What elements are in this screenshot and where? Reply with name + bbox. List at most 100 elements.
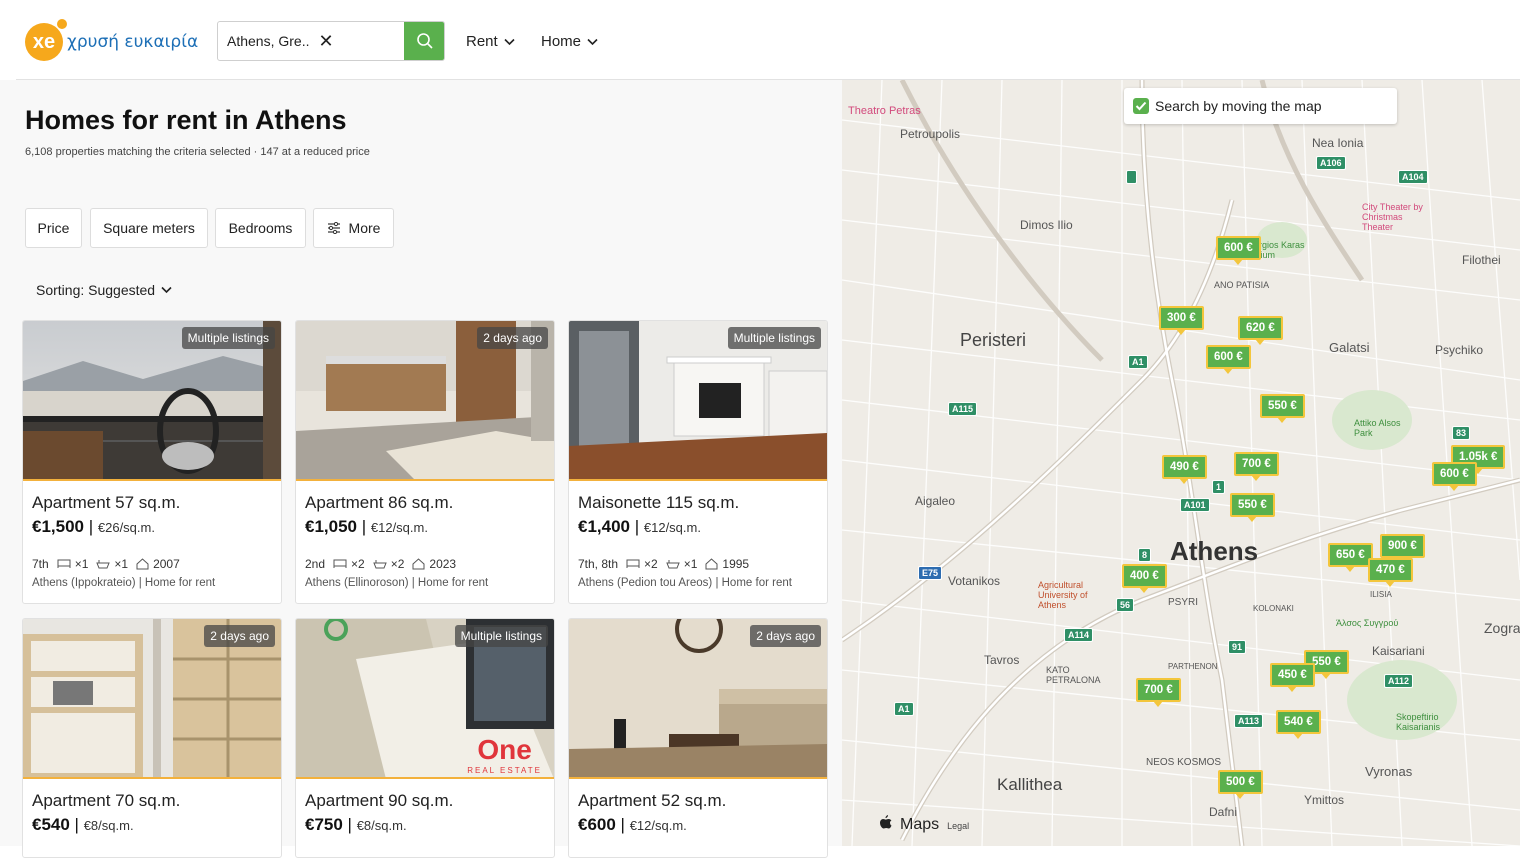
price-value: €600 bbox=[578, 815, 616, 834]
listing-title[interactable]: Apartment 52 sq.m. bbox=[578, 791, 726, 811]
map-label-poi: Skopeftirio Kaisarianis bbox=[1396, 712, 1441, 732]
listing-photo[interactable]: 2 days ago bbox=[23, 619, 281, 779]
location-search[interactable]: Athens, Gre... ✕ bbox=[217, 21, 445, 61]
floor-value: 7th, 8th bbox=[578, 557, 619, 571]
map-label-area: ILISIA bbox=[1370, 590, 1392, 599]
price-pin[interactable]: 490 € bbox=[1162, 455, 1207, 484]
bed-icon bbox=[333, 559, 347, 568]
road-shield: 8 bbox=[1138, 548, 1152, 562]
listing-card[interactable]: 2 days ago Apartment 70 sq.m. €540 | €8/… bbox=[22, 618, 282, 858]
road-shield: 83 bbox=[1452, 426, 1471, 440]
road-shield: A106 bbox=[1316, 156, 1346, 170]
listing-title[interactable]: Apartment 86 sq.m. bbox=[305, 493, 453, 513]
floor-value: 2nd bbox=[305, 557, 326, 571]
search-icon bbox=[416, 33, 433, 49]
price-pin[interactable]: 700 € bbox=[1136, 678, 1181, 707]
sorting-dropdown[interactable]: Sorting: Suggested bbox=[36, 282, 172, 298]
filter-more[interactable]: More bbox=[313, 208, 394, 248]
nav-rent[interactable]: Rent bbox=[466, 33, 515, 50]
price-per-sqm: €8/sq.m. bbox=[356, 818, 407, 833]
map-label-area: Galatsi bbox=[1329, 340, 1370, 355]
listing-badge: Multiple listings bbox=[454, 625, 548, 647]
site-header: xe χρυσή ευκαιρία Athens, Gre... ✕ Rent … bbox=[0, 0, 1520, 80]
listing-card[interactable]: 2 days ago Apartment 86 sq.m. €1,050 | €… bbox=[295, 320, 555, 604]
year-built: 1995 bbox=[722, 557, 750, 571]
listing-title[interactable]: Apartment 57 sq.m. bbox=[32, 493, 180, 513]
listing-title[interactable]: Apartment 70 sq.m. bbox=[32, 791, 180, 811]
price-pin[interactable]: 620 € bbox=[1238, 316, 1283, 345]
listing-specs: 7th, 8th ×2 ×1 1995 bbox=[578, 557, 749, 571]
map-label-poi: PARTHENON bbox=[1168, 662, 1218, 671]
map-label-area: ANO PATISIA bbox=[1214, 280, 1270, 290]
logo[interactable]: xe χρυσή ευκαιρία bbox=[25, 19, 199, 64]
bedrooms-count: ×1 bbox=[74, 557, 89, 571]
price-pin[interactable]: 900 € bbox=[1380, 534, 1425, 563]
listing-photo[interactable]: 2 days ago bbox=[296, 321, 554, 481]
floor-value: 7th bbox=[32, 557, 49, 571]
listing-title[interactable]: Apartment 90 sq.m. bbox=[305, 791, 453, 811]
map-label-poi: City Theater by Christmas Theater bbox=[1362, 202, 1423, 232]
house-icon bbox=[412, 558, 425, 570]
road-shield: A113 bbox=[1234, 714, 1264, 728]
road-shield: A115 bbox=[948, 402, 978, 416]
price-pin[interactable]: 550 € bbox=[1260, 394, 1305, 423]
listing-card[interactable]: Multiple listings Apartment 57 sq.m. €1,… bbox=[22, 320, 282, 604]
nav-home[interactable]: Home bbox=[541, 33, 598, 50]
map-label-area: KOLONAKI bbox=[1253, 604, 1294, 613]
price-value: €750 bbox=[305, 815, 343, 834]
map-label-area: Aigaleo bbox=[915, 494, 956, 508]
price-pin[interactable]: 700 € bbox=[1234, 452, 1279, 481]
map-label-area: Kaisariani bbox=[1372, 644, 1425, 658]
legal-link[interactable]: Legal bbox=[947, 821, 969, 831]
map-label-area: Zografo bbox=[1484, 620, 1520, 636]
map-label-area: NEOS KOSMOS bbox=[1146, 757, 1222, 768]
listing-location: Athens (Pedion tou Areos) | Home for ren… bbox=[578, 577, 792, 589]
listing-card[interactable]: Multiple listings Maisonette 115 sq.m. €… bbox=[568, 320, 828, 604]
map-label-poi: Attiko Alsos Park bbox=[1354, 418, 1401, 438]
map-label-area: Tavros bbox=[984, 653, 1020, 667]
price-per-sqm: €26/sq.m. bbox=[97, 520, 155, 535]
map-label-area: Dafni bbox=[1209, 805, 1238, 819]
price-pin[interactable]: 600 € bbox=[1216, 236, 1261, 265]
search-button[interactable] bbox=[404, 22, 444, 60]
bathrooms-count: ×1 bbox=[683, 557, 698, 571]
bedrooms-count: ×2 bbox=[351, 557, 365, 571]
price-pin[interactable]: 540 € bbox=[1276, 710, 1321, 739]
results-map[interactable]: Theatro Petras Petroupolis Nea Ionia Dim… bbox=[842, 80, 1520, 846]
listing-price: €750 | €8/sq.m. bbox=[305, 815, 407, 834]
road-shield: A101 bbox=[1180, 498, 1210, 512]
filter-square-meters[interactable]: Square meters bbox=[90, 208, 208, 248]
listing-photo[interactable]: 2 days ago bbox=[569, 619, 827, 779]
listing-photo[interactable]: Multiple listings One REAL ESTATE bbox=[296, 619, 554, 779]
listing-card[interactable]: 2 days ago Apartment 52 sq.m. €600 | €12… bbox=[568, 618, 828, 858]
results-count: 6,108 properties matching the criteria s… bbox=[25, 146, 370, 158]
search-by-moving-map-toggle[interactable]: Search by moving the map bbox=[1124, 88, 1397, 124]
listing-badge: 2 days ago bbox=[477, 327, 548, 349]
listing-photo[interactable]: Multiple listings bbox=[23, 321, 281, 481]
price-pin[interactable]: 450 € bbox=[1270, 663, 1315, 692]
filter-bedrooms[interactable]: Bedrooms bbox=[215, 208, 306, 248]
close-icon[interactable]: ✕ bbox=[316, 31, 336, 52]
search-input[interactable]: Athens, Gre... bbox=[218, 33, 310, 49]
price-pin[interactable]: 600 € bbox=[1432, 462, 1477, 491]
listing-photo[interactable]: Multiple listings bbox=[569, 321, 827, 481]
price-pin[interactable]: 400 € bbox=[1122, 564, 1167, 593]
listing-title[interactable]: Maisonette 115 sq.m. bbox=[578, 493, 739, 513]
filter-more-label: More bbox=[348, 220, 381, 236]
checkbox-checked-icon[interactable] bbox=[1133, 98, 1149, 114]
listing-card[interactable]: Multiple listings One REAL ESTATE Apartm… bbox=[295, 618, 555, 858]
listing-location: Athens (Ellinoroson) | Home for rent bbox=[305, 577, 489, 589]
price-value: €540 bbox=[32, 815, 70, 834]
price-pin[interactable]: 650 € bbox=[1328, 543, 1373, 572]
price-pin[interactable]: 550 € bbox=[1230, 493, 1275, 522]
price-pin[interactable]: 470 € bbox=[1368, 558, 1413, 587]
filter-price[interactable]: Price bbox=[25, 208, 82, 248]
price-per-sqm: €12/sq.m. bbox=[643, 520, 701, 535]
price-pin[interactable]: 300 € bbox=[1159, 306, 1204, 335]
chevron-down-icon bbox=[504, 38, 515, 45]
logo-text: χρυσή ευκαιρία bbox=[67, 32, 199, 52]
map-label-area: KATO PETRALONA bbox=[1046, 665, 1101, 685]
price-pin[interactable]: 500 € bbox=[1218, 770, 1263, 799]
listing-price: €600 | €12/sq.m. bbox=[578, 815, 687, 834]
price-pin[interactable]: 600 € bbox=[1206, 345, 1251, 374]
